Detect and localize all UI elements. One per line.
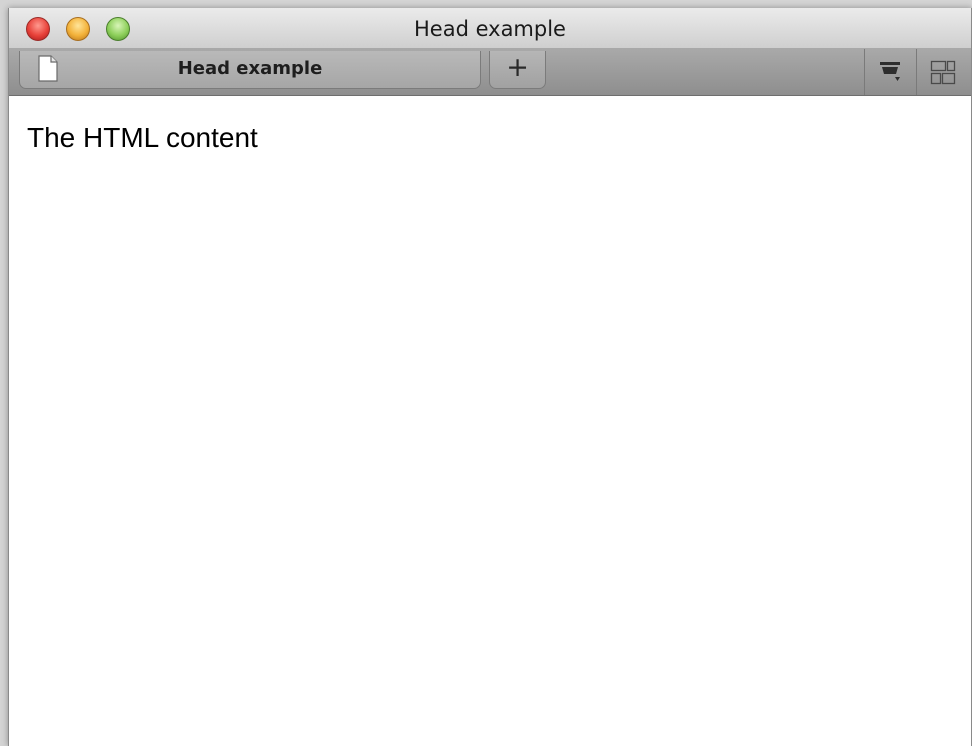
tab-overview-button[interactable] bbox=[864, 49, 916, 95]
window-title: Head example bbox=[414, 17, 566, 41]
browser-window: Head example Head example + The HTML con… bbox=[8, 8, 972, 746]
grid-view-button[interactable] bbox=[916, 49, 968, 95]
tab-head-example[interactable]: Head example bbox=[19, 51, 481, 89]
title-bar[interactable]: Head example bbox=[9, 8, 971, 49]
new-tab-button[interactable]: + bbox=[489, 51, 546, 89]
document-icon bbox=[37, 55, 59, 82]
tab-label: Head example bbox=[177, 58, 323, 79]
tab-bar: Head example + bbox=[9, 49, 971, 96]
page-body-text: The HTML content bbox=[27, 122, 258, 153]
page-content: The HTML content bbox=[9, 96, 971, 746]
